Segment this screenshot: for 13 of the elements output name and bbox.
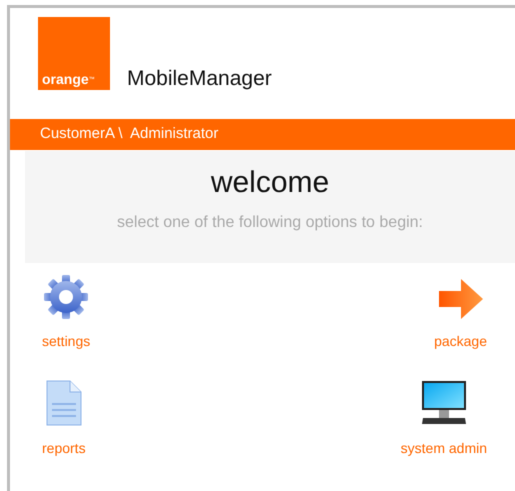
gear-icon bbox=[43, 275, 90, 319]
document-icon bbox=[46, 380, 82, 426]
welcome-title: welcome bbox=[210, 165, 330, 201]
option-link[interactable]: system admin bbox=[400, 380, 487, 459]
option-link[interactable]: package bbox=[434, 275, 487, 352]
monitor-icon bbox=[420, 380, 467, 426]
breadcrumb: CustomerA \ Administrator bbox=[40, 124, 218, 144]
option-link[interactable]: settings bbox=[42, 275, 90, 352]
app-title: MobileManager bbox=[127, 66, 272, 92]
brand-logo: orange$^{™}$ bbox=[38, 17, 110, 90]
welcome-subtitle: select one of the following options to begin: bbox=[116, 213, 424, 233]
arrow-icon bbox=[438, 279, 483, 319]
option-link[interactable]: reports bbox=[42, 380, 86, 459]
